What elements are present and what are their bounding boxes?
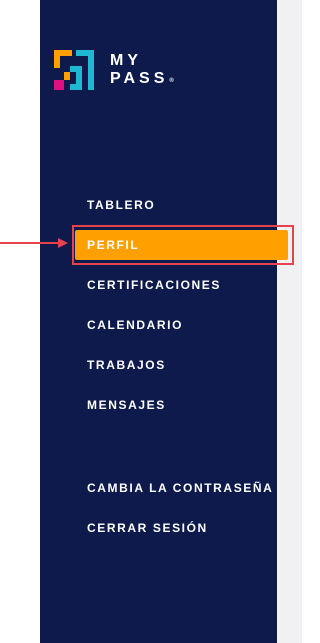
brand-line-1: MY	[110, 52, 142, 69]
nav-item-label: CERRAR SESIÓN	[87, 521, 208, 535]
nav-item-label: TABLERO	[87, 198, 156, 212]
nav-item-change-password[interactable]: CAMBIA LA CONTRASEÑA	[40, 473, 277, 503]
nav-item-certificaciones[interactable]: CERTIFICACIONES	[40, 270, 277, 300]
registered-mark: ®	[169, 78, 174, 84]
nav-item-label: MENSAJES	[87, 398, 166, 412]
nav-item-logout[interactable]: CERRAR SESIÓN	[40, 513, 277, 543]
nav-item-label: CAMBIA LA CONTRASEÑA	[87, 481, 274, 495]
brand-line-2-text: PASS	[110, 70, 169, 87]
annotation-arrow-icon	[0, 238, 68, 248]
nav-item-tablero[interactable]: TABLERO	[40, 190, 277, 220]
nav-item-calendario[interactable]: CALENDARIO	[40, 310, 277, 340]
nav-item-label: TRABAJOS	[87, 358, 166, 372]
nav-item-trabajos[interactable]: TRABAJOS	[40, 350, 277, 380]
brand-logo[interactable]: MY PASS®	[54, 50, 174, 90]
brand-line-2: PASS®	[110, 70, 174, 88]
brand-name: MY PASS®	[110, 52, 174, 88]
nav-item-mensajes[interactable]: MENSAJES	[40, 390, 277, 420]
content-edge	[277, 0, 302, 643]
annotation-highlight-box	[72, 225, 294, 265]
nav-item-label: CALENDARIO	[87, 318, 183, 332]
nav-item-label: CERTIFICACIONES	[87, 278, 222, 292]
mypass-logo-icon	[54, 50, 94, 90]
